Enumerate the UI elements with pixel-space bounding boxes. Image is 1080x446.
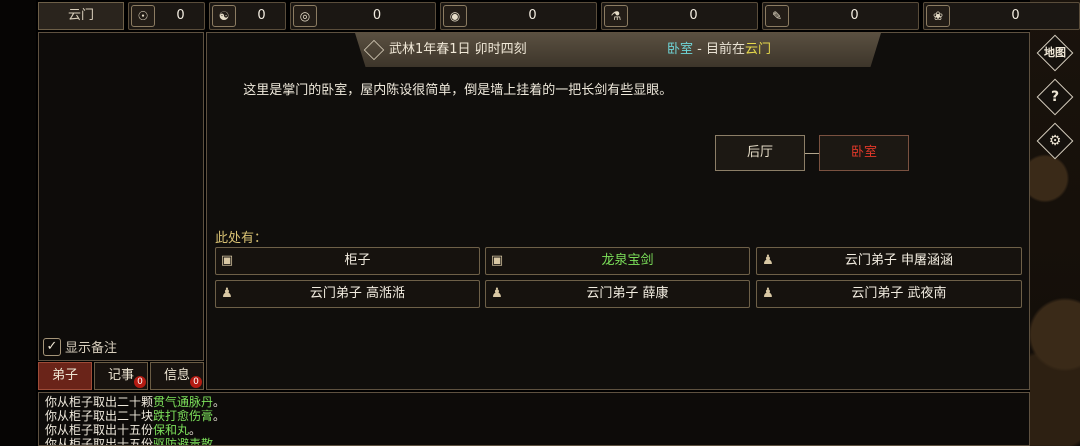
gear-glyph: ⚙ — [1048, 133, 1062, 149]
log-line: 你从柜子取出二十块跌打愈伤膏。 — [45, 409, 1023, 423]
show-memo-label: 显示备注 — [65, 341, 118, 356]
log-item: 保和丸 — [153, 423, 190, 437]
resource-value: 0 — [850, 8, 859, 23]
log-item: 跌打愈伤膏 — [153, 409, 214, 423]
map-button[interactable]: 地图 — [1036, 34, 1074, 72]
beast-icon: ❀ — [926, 5, 950, 27]
tab-label: 记事 — [107, 368, 134, 383]
map-label: 地图 — [1044, 46, 1066, 59]
person-icon: ♟ — [491, 286, 503, 301]
room-description: 这里是掌门的卧室，屋内陈设很简单，倒是墙上挂着的一把长剑有些显眼。 — [243, 83, 673, 98]
log-item: 贯气通脉丹 — [153, 395, 214, 409]
log-text: 你从柜子取出十五份 — [45, 423, 154, 437]
npc-disciple[interactable]: ♟ 云门弟子 高湉湉 — [215, 280, 480, 308]
jade-icon: ◎ — [293, 5, 317, 27]
log-item: 驱防避毒散 — [153, 437, 214, 446]
show-memo-toggle[interactable]: ✓ 显示备注 — [43, 337, 117, 356]
scroll-icon: ✎ — [765, 5, 789, 27]
npc-label: 云门弟子 高湉湉 — [309, 286, 406, 301]
resource-slot[interactable]: ✎ 0 — [762, 2, 919, 30]
help-button[interactable]: ? — [1036, 78, 1074, 116]
log-text: 你从柜子取出二十颗 — [45, 395, 154, 409]
food-icon: ◉ — [443, 5, 467, 27]
location-panel: 武林1年春1日 卯时四刻 卧室 - 目前在云门 这里是掌门的卧室，屋内陈设很简单… — [206, 32, 1030, 390]
tab-label: 信息 — [163, 368, 190, 383]
help-glyph: ? — [1050, 89, 1060, 105]
left-tabs: 弟子 记事 0 信息 0 — [38, 362, 204, 390]
log-text: 。 — [213, 395, 226, 409]
coin-icon: ☉ — [131, 5, 155, 27]
disciple-list-panel: ✓ 显示备注 — [38, 32, 204, 361]
box-icon: ▣ — [220, 253, 234, 268]
log-text: 你从柜子取出二十块 — [45, 409, 154, 423]
person-icon: ♟ — [221, 286, 233, 301]
npc-label: 云门弟子 薛康 — [586, 286, 669, 301]
resource-slot[interactable]: ⚗ 0 — [601, 2, 758, 30]
resource-value: 0 — [528, 8, 537, 23]
person-icon: ♟ — [762, 253, 774, 268]
npc-label: 云门弟子 武夜南 — [851, 286, 947, 301]
checkmark-icon: ✓ — [43, 337, 61, 356]
resource-slot[interactable]: ☉ 0 — [128, 2, 205, 30]
log-line: 你从柜子取出十五份驱防避毒散。 — [45, 437, 1023, 446]
tab-label: 弟子 — [51, 368, 78, 383]
log-text: 。 — [213, 437, 226, 446]
map-room-current[interactable]: 卧室 — [819, 135, 909, 171]
object-sword[interactable]: ▣ 龙泉宝剑 — [485, 247, 750, 275]
person-icon: ♟ — [762, 286, 774, 301]
resource-slot[interactable]: ◎ 0 — [290, 2, 436, 30]
map-connector — [805, 153, 819, 154]
log-text: 。 — [189, 423, 202, 437]
object-label: 龙泉宝剑 — [601, 253, 654, 268]
resource-value: 0 — [1011, 8, 1020, 23]
log-line: 你从柜子取出二十颗贯气通脉丹。 — [45, 395, 1023, 409]
room-name: 卧室 — [667, 42, 694, 57]
game-date: 武林1年春1日 卯时四刻 — [389, 42, 527, 57]
left-margin — [0, 0, 36, 446]
resource-slot[interactable]: ❀ 0 — [923, 2, 1080, 30]
message-log[interactable]: 你从柜子取出二十颗贯气通脉丹。 你从柜子取出二十块跌打愈伤膏。 你从柜子取出十五… — [38, 392, 1030, 446]
unread-badge: 0 — [190, 376, 202, 388]
log-text: 你从柜子取出十五份 — [45, 437, 154, 446]
map-room-back-hall[interactable]: 后厅 — [715, 135, 805, 171]
resource-slot[interactable]: ☯ 0 — [209, 2, 286, 30]
object-cabinet[interactable]: ▣ 柜子 — [215, 247, 480, 275]
npc-disciple[interactable]: ♟ 云门弟子 申屠涵涵 — [756, 247, 1022, 275]
resource-value: 0 — [176, 8, 185, 23]
tab-messages[interactable]: 信息 0 — [150, 362, 204, 390]
tab-disciples[interactable]: 弟子 — [38, 362, 92, 390]
unread-badge: 0 — [134, 376, 146, 388]
npc-disciple[interactable]: ♟ 云门弟子 薛康 — [485, 280, 750, 308]
resource-value: 0 — [372, 8, 382, 23]
resource-bar: ☉ 0 ☯ 0 ◎ 0 ◉ 0 ⚗ 0 ✎ 0 ❀ 0 — [38, 2, 1080, 30]
resource-value: 0 — [689, 8, 698, 23]
log-line: 你从柜子取出十五份保和丸。 — [45, 423, 1023, 437]
resource-slot[interactable]: ◉ 0 — [440, 2, 597, 30]
object-label: 柜子 — [344, 253, 371, 268]
npc-disciple[interactable]: ♟ 云门弟子 武夜南 — [756, 280, 1022, 308]
log-text: 。 — [213, 409, 226, 423]
location-sep: - 目前在 — [693, 42, 745, 57]
herb-icon: ⚗ — [604, 5, 628, 27]
current-location: 卧室 - 目前在云门 — [667, 33, 771, 67]
here-label: 此处有： — [215, 231, 268, 246]
box-icon: ▣ — [490, 253, 504, 268]
sect-name: 云门 — [744, 42, 771, 57]
resource-value: 0 — [257, 8, 266, 23]
settings-button[interactable]: ⚙ — [1036, 122, 1074, 160]
yinyang-icon: ☯ — [212, 5, 236, 27]
tab-events[interactable]: 记事 0 — [94, 362, 148, 390]
npc-label: 云门弟子 申屠涵涵 — [844, 253, 954, 268]
